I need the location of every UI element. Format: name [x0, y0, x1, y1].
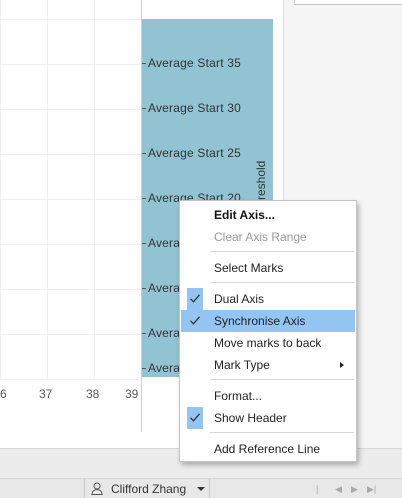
menu-item-label: Show Header: [214, 411, 287, 425]
menu-separator: [210, 379, 354, 380]
menu-separator: [210, 251, 354, 252]
axis-tick: [142, 198, 146, 199]
user-name: Clifford Zhang: [111, 482, 187, 496]
grid-line: [0, 154, 142, 155]
menu-separator: [210, 282, 354, 283]
menu-item-mark-type[interactable]: Mark Type: [181, 354, 355, 376]
side-panel-control[interactable]: [294, 0, 402, 5]
menu-item-label: Synchronise Axis: [214, 314, 306, 328]
menu-item-move-marks-to-back[interactable]: Move marks to back: [181, 332, 355, 354]
grid-line: [0, 244, 142, 245]
first-page-icon[interactable]: |◀: [316, 483, 323, 498]
grid-line: [0, 109, 142, 110]
menu-item-dual-axis[interactable]: Dual Axis: [181, 288, 355, 310]
last-page-icon[interactable]: ▶|: [367, 483, 376, 495]
user-menu-button[interactable]: Clifford Zhang: [84, 479, 210, 498]
x-tick-label: 6: [0, 387, 7, 401]
menu-item-clear-axis-range: Clear Axis Range: [181, 226, 355, 248]
x-tick-label: 38: [86, 387, 100, 401]
menu-item-synchronise-axis[interactable]: Synchronise Axis: [181, 310, 355, 332]
chevron-right-icon: [340, 362, 344, 368]
menu-item-add-reference-line[interactable]: Add Reference Line: [181, 438, 355, 460]
chevron-down-icon: [197, 487, 205, 491]
x-tick-label: 37: [39, 387, 53, 401]
axis-tick: [142, 108, 146, 109]
chart-pane[interactable]: [0, 0, 142, 432]
menu-item-label: Add Reference Line: [214, 442, 321, 456]
checkmark-icon: [187, 310, 203, 332]
grid-line: [0, 64, 142, 65]
tableau-worksheet: Average Start 35 Average Start 30 Averag…: [0, 0, 402, 498]
menu-item-label: Format...: [214, 389, 263, 403]
menu-item-label: Clear Axis Range: [214, 230, 307, 244]
axis-tick: [142, 333, 146, 334]
next-page-icon[interactable]: ▶: [351, 483, 358, 495]
checkmark-icon: [187, 288, 203, 310]
menu-item-label: Move marks to back: [214, 336, 322, 350]
axis-tick: [142, 288, 146, 289]
menu-item-format[interactable]: Format...: [181, 385, 355, 407]
menu-item-edit-axis[interactable]: Edit Axis...: [181, 204, 355, 226]
grid-line: [0, 0, 1, 380]
axis-tick: [142, 368, 146, 369]
grid-line: [47, 0, 48, 380]
user-icon: [91, 482, 103, 495]
menu-item-label: Edit Axis...: [214, 208, 275, 222]
axis-context-menu: Edit Axis... Clear Axis Range Select Mar…: [179, 200, 357, 462]
axis-title-label: reshold: [254, 160, 268, 200]
menu-item-label: Select Marks: [214, 261, 284, 275]
axis-tick-label: Average Start 25: [148, 146, 242, 160]
x-axis[interactable]: 6 37 38 39: [0, 380, 142, 432]
grid-line: [94, 0, 95, 380]
menu-item-show-header[interactable]: Show Header: [181, 407, 355, 429]
checkmark-icon: [187, 407, 203, 429]
grid-line: [0, 19, 142, 20]
x-tick-label: 39: [125, 387, 139, 401]
grid-line: [0, 199, 142, 200]
axis-tick: [142, 243, 146, 244]
menu-separator: [210, 432, 354, 433]
grid-line: [0, 334, 142, 335]
menu-item-label: Dual Axis: [214, 292, 265, 306]
axis-title[interactable]: reshold: [252, 150, 272, 200]
axis-tick: [142, 63, 146, 64]
grid-line: [0, 289, 142, 290]
axis-tick: [142, 153, 146, 154]
status-bar: Clifford Zhang |◀ ◀ ▶ ▶|: [0, 478, 402, 498]
previous-page-icon[interactable]: ◀: [335, 483, 342, 495]
menu-item-select-marks[interactable]: Select Marks: [181, 257, 355, 279]
axis-tick-label: Average Start 30: [148, 101, 242, 115]
axis-tick-label: Average Start 35: [148, 56, 242, 70]
menu-item-label: Mark Type: [214, 358, 270, 372]
